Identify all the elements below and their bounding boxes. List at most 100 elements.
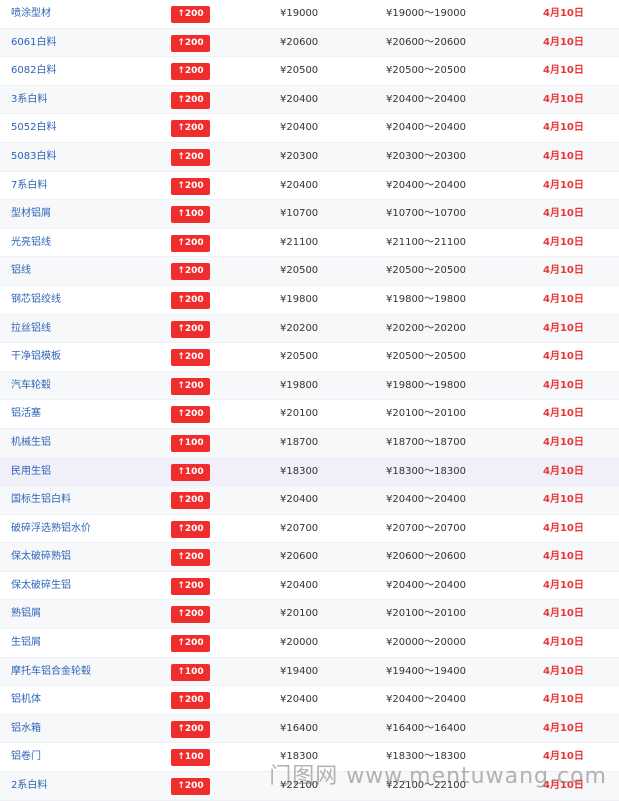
material-name-link[interactable]: 3系白料 (11, 86, 47, 115)
table-row: 铝水箱 ↑200 ¥16400 ¥16400～16400 4月10日 (0, 714, 619, 744)
material-name-link[interactable]: 保太破碎生铝 (11, 572, 71, 601)
price-change-badge: ↑200 (171, 291, 210, 309)
price-value: ¥20200 (280, 322, 319, 334)
price-range: ¥20600～20600 (386, 36, 466, 48)
material-name-link[interactable]: 保太破碎熟铝 (11, 543, 71, 572)
price-range: ¥16400～16400 (386, 722, 466, 734)
material-name-link[interactable]: 喷涂型材 (11, 0, 51, 29)
price-value: ¥19800 (280, 379, 319, 391)
price-change-badge: ↑200 (171, 606, 210, 624)
price-change-badge: ↑100 (171, 663, 210, 681)
price-value: ¥20500 (280, 65, 319, 77)
price-table: 喷涂型材 ↑200 ¥19000 ¥19000～19000 4月10日 6061白料 ↑20… (0, 0, 619, 801)
table-row: 熟铝屑 ↑200 ¥20100 ¥20100～20100 4月10日 (0, 600, 619, 630)
material-name-link[interactable]: 熟铝屑 (11, 600, 41, 629)
price-change-badge: ↑200 (171, 520, 210, 538)
update-date: 4月10日 (543, 8, 584, 19)
table-row: 7系白料 ↑200 ¥20400 ¥20400～20400 4月10日 (0, 172, 619, 201)
price-value: ¥16400 (280, 722, 319, 734)
price-range: ¥20500～20500 (386, 65, 466, 77)
price-change-badge: ↑200 (171, 63, 210, 81)
material-name-link[interactable]: 2系白料 (11, 772, 47, 801)
table-row: 机械生铝 ↑100 ¥18700 ¥18700～18700 4月10日 (0, 428, 619, 458)
price-value: ¥21100 (280, 236, 319, 248)
price-change-badge: ↑200 (171, 263, 210, 281)
material-name-link[interactable]: 汽车轮毂 (11, 372, 51, 401)
material-name-link[interactable]: 铝活塞 (11, 400, 41, 429)
table-row: 国标生铝白料 ↑200 ¥20400 ¥20400～20400 4月10日 (0, 486, 619, 515)
table-row: 生铝屑 ↑200 ¥20000 ¥20000～20000 4月10日 (0, 629, 619, 658)
table-row: 型材铝屑 ↑100 ¥10700 ¥10700～10700 4月10日 (0, 200, 619, 229)
price-change-badge: ↑200 (171, 120, 210, 138)
material-name-link[interactable]: 国标生铝白料 (11, 486, 71, 515)
material-name-link[interactable]: 拉丝铝线 (11, 315, 51, 344)
material-name-link[interactable]: 机械生铝 (11, 429, 51, 458)
price-range: ¥20400～20400 (386, 93, 466, 105)
price-value: ¥20400 (280, 179, 319, 191)
price-value: ¥20600 (280, 551, 319, 563)
update-date: 4月10日 (543, 93, 584, 105)
price-change-badge: ↑200 (171, 549, 210, 567)
material-name-link[interactable]: 型材铝屑 (11, 200, 51, 229)
price-range: ¥19800～19800 (386, 379, 466, 391)
table-row: 6082白料 ↑200 ¥20500 ¥20500～20500 4月10日 (0, 57, 619, 86)
material-name-link[interactable]: 生铝屑 (11, 629, 41, 658)
price-value: ¥20100 (280, 608, 319, 620)
update-date: 4月10日 (543, 722, 584, 734)
material-name-link[interactable]: 5052白料 (11, 114, 56, 143)
update-date: 4月10日 (543, 637, 584, 649)
update-date: 4月10日 (543, 551, 584, 563)
material-name-link[interactable]: 摩托车铝合金轮毂 (11, 658, 91, 687)
price-value: ¥20400 (280, 694, 319, 706)
update-date: 4月10日 (543, 65, 584, 77)
material-name-link[interactable]: 破碎浮选熟铝水价 (11, 515, 91, 544)
table-row: 民用生铝 ↑100 ¥18300 ¥18300～18300 4月10日 (0, 457, 619, 487)
price-change-badge: ↑200 (171, 406, 210, 424)
material-name-link[interactable]: 铝机体 (11, 686, 41, 715)
table-row: 铝线 ↑200 ¥20500 ¥20500～20500 4月10日 (0, 257, 619, 286)
material-name-link[interactable]: 6082白料 (11, 57, 56, 86)
material-name-link[interactable]: 光亮铝线 (11, 229, 51, 258)
price-value: ¥20100 (280, 408, 319, 420)
update-date: 4月10日 (543, 179, 584, 191)
price-change-badge: ↑100 (171, 749, 210, 767)
material-name-link[interactable]: 干净铝模板 (11, 343, 61, 372)
price-change-badge: ↑200 (171, 635, 210, 653)
price-change-badge: ↑200 (171, 577, 210, 595)
update-date: 4月10日 (543, 694, 584, 706)
price-change-badge: ↑200 (171, 720, 210, 738)
update-date: 4月10日 (543, 150, 584, 162)
price-value: ¥20000 (280, 637, 319, 649)
price-value: ¥20400 (280, 93, 319, 105)
material-name-link[interactable]: 民用生铝 (11, 458, 51, 487)
table-row: 5052白料 ↑200 ¥20400 ¥20400～20400 4月10日 (0, 114, 619, 143)
update-date: 4月10日 (543, 322, 584, 334)
price-change-badge: ↑200 (171, 692, 210, 710)
update-date: 4月10日 (543, 494, 584, 506)
table-row: 铝机体 ↑200 ¥20400 ¥20400～20400 4月10日 (0, 686, 619, 715)
material-name-link[interactable]: 铝线 (11, 257, 31, 286)
price-value: ¥20600 (280, 36, 319, 48)
price-range: ¥10700～10700 (386, 208, 466, 220)
table-row: 光亮铝线 ↑200 ¥21100 ¥21100～21100 4月10日 (0, 229, 619, 258)
price-range: ¥20500～20500 (386, 351, 466, 363)
price-range: ¥20400～20400 (386, 122, 466, 134)
price-change-badge: ↑200 (171, 148, 210, 166)
table-row: 6061白料 ↑200 ¥20600 ¥20600～20600 4月10日 (0, 28, 619, 58)
price-change-badge: ↑200 (171, 177, 210, 195)
update-date: 4月10日 (543, 408, 584, 420)
price-change-badge: ↑100 (171, 206, 210, 224)
price-range: ¥20400～20400 (386, 579, 466, 591)
material-name-link[interactable]: 6061白料 (11, 29, 56, 58)
table-row: 干净铝模板 ↑200 ¥20500 ¥20500～20500 4月10日 (0, 343, 619, 372)
price-value: ¥20400 (280, 494, 319, 506)
material-name-link[interactable]: 5083白料 (11, 143, 56, 172)
material-name-link[interactable]: 铝卷门 (11, 743, 41, 772)
price-value: ¥18700 (280, 436, 319, 448)
table-row: 破碎浮选熟铝水价 ↑200 ¥20700 ¥20700～20700 4月10日 (0, 515, 619, 544)
price-range: ¥20100～20100 (386, 608, 466, 620)
price-value: ¥20400 (280, 579, 319, 591)
material-name-link[interactable]: 7系白料 (11, 172, 47, 201)
material-name-link[interactable]: 钢芯铝绞线 (11, 286, 61, 315)
material-name-link[interactable]: 铝水箱 (11, 715, 41, 744)
